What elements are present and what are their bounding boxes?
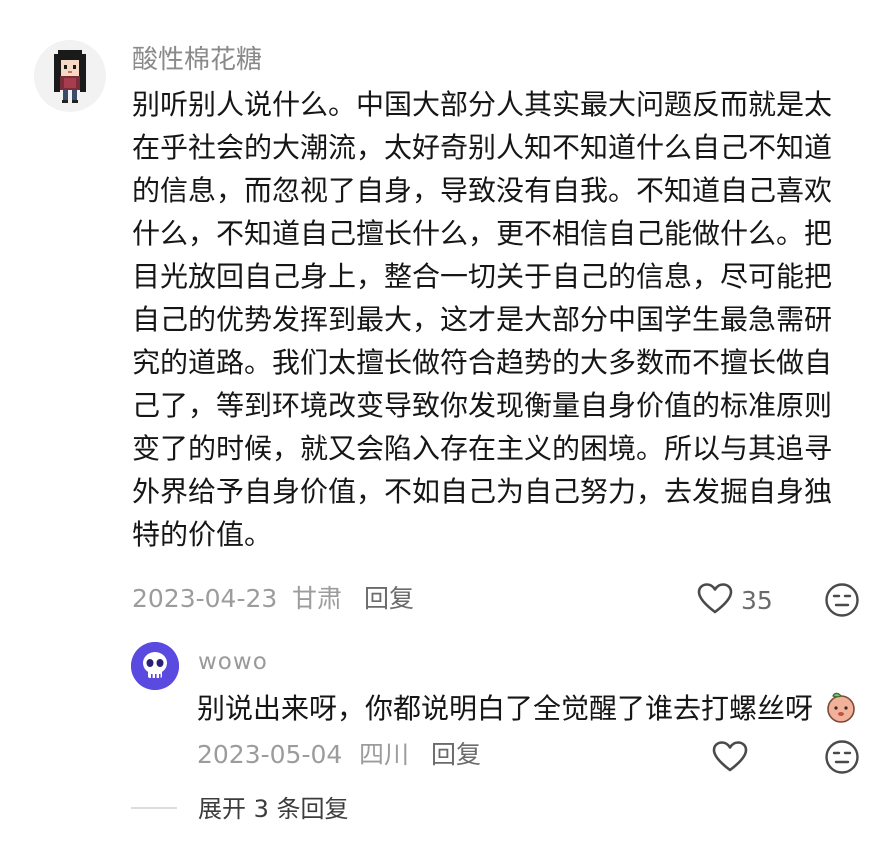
comment-text-line: 什么，不知道自己擅长什么，更不相信自己能做什么。把	[132, 217, 833, 250]
comment-username[interactable]: 酸性棉花糖	[132, 42, 262, 78]
heart-outline-icon	[697, 583, 733, 614]
peach-emoji-icon	[827, 692, 855, 723]
comment-text-line: 究的道路。我们太擅长做符合趋势的大多数而不擅长做自	[132, 346, 833, 379]
reply-text-content: 别说出来呀，你都说明白了全觉醒了谁去打螺丝呀	[197, 692, 814, 725]
comment-text-line: 自己的优势发挥到最大，这才是大部分中国学生最急需研	[132, 303, 833, 336]
comment-text-line: 的信息，而忽视了自身，导致没有自我。不知道自己喜欢	[132, 174, 833, 207]
reply-dislike-button[interactable]	[824, 739, 860, 775]
comment-text-line: 特的价值。	[132, 518, 273, 551]
comment-text-line: 目光放回自己身上，整合一切关于自己的信息，尽可能把	[132, 260, 833, 293]
expand-divider	[131, 807, 177, 809]
reply-like-button[interactable]	[712, 740, 748, 774]
like-button[interactable]	[697, 582, 733, 616]
reply-username[interactable]: wowo	[198, 646, 268, 678]
comment-text-line: 在乎社会的大潮流，太好奇别人知不知道什么自己不知道	[132, 131, 833, 164]
meh-face-icon	[825, 740, 859, 774]
reply-button[interactable]: 回复	[364, 582, 414, 616]
comment-text-line: 外界给予自身价值，不如自己为自己努力，去发掘自身独	[132, 475, 833, 508]
reply-text: 别说出来呀，你都说明白了全觉醒了谁去打螺丝呀	[197, 690, 858, 728]
comment-text-line: 变了的时候，就又会陷入存在主义的困境。所以与其追寻	[132, 432, 833, 465]
reply-reply-button[interactable]: 回复	[431, 738, 481, 772]
pixel-girl-avatar-icon	[34, 40, 106, 112]
reply-location: 四川	[359, 740, 410, 769]
comment-date: 2023-04-23	[132, 584, 278, 613]
dislike-button[interactable]	[824, 582, 860, 618]
comment-text-line: 别听别人说什么。中国大部分人其实最大问题反而就是太	[132, 88, 833, 121]
like-count: 35	[741, 586, 773, 615]
reply-date: 2023-05-04	[197, 740, 343, 769]
reply-avatar[interactable]	[131, 642, 179, 690]
comment-text-line: 己了，等到环境改变导致你发现衡量自身价值的标准原则	[132, 389, 833, 422]
comment-location: 甘肃	[292, 584, 343, 613]
heart-outline-icon	[712, 741, 748, 772]
meh-face-icon	[825, 583, 859, 617]
skull-icon	[131, 642, 179, 690]
expand-replies-button[interactable]: 展开 3 条回复	[198, 793, 349, 825]
avatar[interactable]	[34, 40, 106, 112]
